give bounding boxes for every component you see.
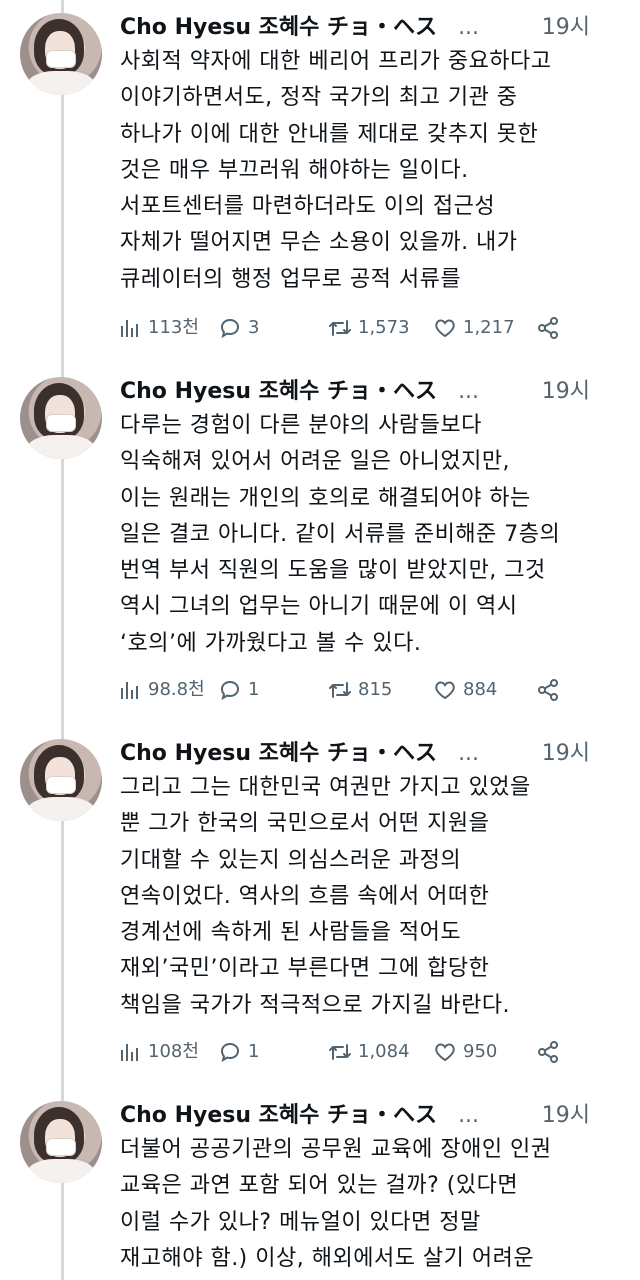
heart-icon (435, 1043, 455, 1062)
tweet-text-line: 자체가 떨어지면 무슨 소용이 있을까. 내가 (120, 230, 518, 256)
avatar[interactable] (20, 1101, 102, 1183)
tweet-header: Cho Hyesu 조혜수 チョ・ヘス ... 19시 (120, 375, 620, 409)
share-button[interactable] (536, 675, 560, 705)
tweet-text-line: 더불어 공공기관의 공무원 교육에 장애인 인권 (120, 1137, 552, 1162)
truncation-ellipsis: ... (458, 741, 480, 766)
retweet-button[interactable]: 815 (328, 675, 392, 705)
like-count: 1,217 (463, 317, 515, 338)
tweet-text-line: 익숙해져 있어서 어려운 일은 아니었지만, (120, 449, 511, 475)
tweet-text-line: ‘호의’에 가까웠다고 볼 수 있다. (120, 630, 422, 656)
share-icon (538, 1041, 558, 1063)
analytics-icon (121, 682, 138, 699)
avatar[interactable] (20, 377, 102, 459)
tweet-text-line: 이럴 수가 있나? 메뉴얼이 있다면 정말 (120, 1209, 481, 1235)
truncation-ellipsis: ... (458, 1103, 480, 1128)
tweet-text-line: 번역 부서 직원의 도움을 많이 받았지만, 그것 (120, 558, 546, 584)
retweet-button[interactable]: 1,573 (328, 313, 410, 343)
tweet-text: 더불어 공공기관의 공무원 교육에 장애인 인권 교육은 과연 포함 되어 있는… (120, 1132, 630, 1277)
share-icon (538, 679, 558, 701)
views-button[interactable]: 108천 (118, 1037, 199, 1067)
tweet-text-line: 재외’국민’이라고 부른다면 그에 합당한 (120, 956, 490, 982)
views-count: 113천 (148, 317, 199, 338)
share-icon (538, 317, 558, 339)
reply-icon (220, 680, 240, 701)
tweet-text-line: 경계선에 속하게 된 사람들을 적어도 (120, 920, 462, 946)
like-button[interactable]: 1,217 (433, 313, 515, 343)
like-button[interactable]: 950 (433, 1037, 497, 1067)
author-name[interactable]: Cho Hyesu 조혜수 チョ・ヘス (120, 379, 437, 404)
reply-button[interactable]: 1 (218, 1037, 259, 1067)
tweet-text-line: 서포트센터를 마련하더라도 이의 접근성 (120, 194, 496, 220)
tweet-text: 그리고 그는 대한민국 여권만 가지고 있었을 뿐 그가 한국의 국민으로서 어… (120, 770, 630, 1024)
views-count: 108천 (148, 1041, 199, 1062)
avatar[interactable] (20, 13, 102, 95)
analytics-icon (121, 1044, 138, 1061)
reply-count: 3 (248, 317, 260, 338)
heart-icon (435, 681, 455, 700)
tweet-text-line: 사회적 약자에 대한 베리어 프리가 중요하다고 (120, 49, 552, 74)
tweet-actions: 98.8천 1 815 884 (118, 675, 578, 705)
reply-button[interactable]: 1 (218, 675, 259, 705)
reply-count: 1 (248, 1041, 260, 1062)
timestamp[interactable]: 19시 (542, 11, 590, 45)
tweet-text-line: 것은 매우 부끄러워 해야하는 일이다. (120, 157, 469, 183)
tweet-text-line: 역시 그녀의 업무는 아니기 때문에 이 역시 (120, 594, 518, 620)
timestamp[interactable]: 19시 (542, 737, 590, 771)
tweet-text-line: 교육은 과연 포함 되어 있는 걸까? (있다면 (120, 1173, 519, 1199)
reply-icon (220, 318, 240, 339)
tweet-actions: 113천 3 1,573 1,217 (118, 313, 578, 343)
like-button[interactable]: 884 (433, 675, 497, 705)
views-count: 98.8천 (148, 679, 205, 700)
tweet-header: Cho Hyesu 조혜수 チョ・ヘス ... 19시 (120, 737, 620, 771)
retweet-count: 815 (358, 679, 393, 700)
retweet-button[interactable]: 1,084 (328, 1037, 410, 1067)
retweet-icon (329, 320, 351, 336)
tweet-text: 다루는 경험이 다른 분야의 사람들보다 익숙해져 있어서 어려운 일은 아니었… (120, 408, 630, 662)
tweet-text-line: 하나가 이에 대한 안내를 제대로 갖추지 못한 (120, 121, 539, 147)
tweet-actions: 108천 1 1,084 950 (118, 1037, 578, 1067)
author-name[interactable]: Cho Hyesu 조혜수 チョ・ヘス (120, 15, 437, 40)
tweet-header: Cho Hyesu 조혜수 チョ・ヘス ... 19시 (120, 1099, 620, 1133)
retweet-icon (329, 1044, 351, 1060)
views-button[interactable]: 98.8천 (118, 675, 205, 705)
tweet-text-line: 그리고 그는 대한민국 여권만 가지고 있었을 (120, 775, 531, 800)
share-button[interactable] (536, 313, 560, 343)
reply-button[interactable]: 3 (218, 313, 259, 343)
truncation-ellipsis: ... (458, 15, 480, 40)
heart-icon (435, 319, 455, 338)
tweet-text-line: 일은 결코 아니다. 같이 서류를 준비해준 7층의 (120, 521, 561, 547)
tweet-text-line: 이는 원래는 개인의 호의로 해결되어야 하는 (120, 485, 531, 511)
tweet-header: Cho Hyesu 조혜수 チョ・ヘス ... 19시 (120, 11, 620, 45)
like-count: 950 (463, 1041, 498, 1062)
author-name[interactable]: Cho Hyesu 조혜수 チョ・ヘス (120, 1103, 437, 1128)
reply-icon (220, 1042, 240, 1063)
author-name[interactable]: Cho Hyesu 조혜수 チョ・ヘス (120, 741, 437, 766)
tweet-text-line: 다루는 경험이 다른 분야의 사람들보다 (120, 413, 482, 438)
tweet-text-line: 큐레이터의 행정 업무로 공적 서류를 (120, 266, 462, 292)
share-button[interactable] (536, 1037, 560, 1067)
thread-connector-line (61, 0, 64, 1280)
retweet-count: 1,084 (358, 1041, 410, 1062)
timestamp[interactable]: 19시 (542, 1099, 590, 1133)
reply-count: 1 (248, 679, 260, 700)
retweet-icon (329, 682, 351, 698)
tweet-text-line: 연속이었다. 역사의 흐름 속에서 어떠한 (120, 883, 490, 909)
retweet-count: 1,573 (358, 317, 410, 338)
tweet-text-line: 책임을 국가가 적극적으로 가지길 바란다. (120, 992, 511, 1018)
tweet-text-line: 기대할 수 있는지 의심스러운 과정의 (120, 847, 462, 873)
avatar[interactable] (20, 739, 102, 821)
tweet-text-line: 뿐 그가 한국의 국민으로서 어떤 지원을 (120, 811, 490, 837)
like-count: 884 (463, 679, 498, 700)
views-button[interactable]: 113천 (118, 313, 199, 343)
timestamp[interactable]: 19시 (542, 375, 590, 409)
tweet-text-line: 이야기하면서도, 정작 국가의 최고 기관 중 (120, 85, 518, 111)
tweet-text: 사회적 약자에 대한 베리어 프리가 중요하다고 이야기하면서도, 정작 국가의… (120, 44, 630, 298)
truncation-ellipsis: ... (458, 379, 480, 404)
tweet-text-line: 재고해야 함.) 이상, 해외에서도 살기 어려운 (120, 1245, 535, 1271)
analytics-icon (121, 320, 138, 337)
